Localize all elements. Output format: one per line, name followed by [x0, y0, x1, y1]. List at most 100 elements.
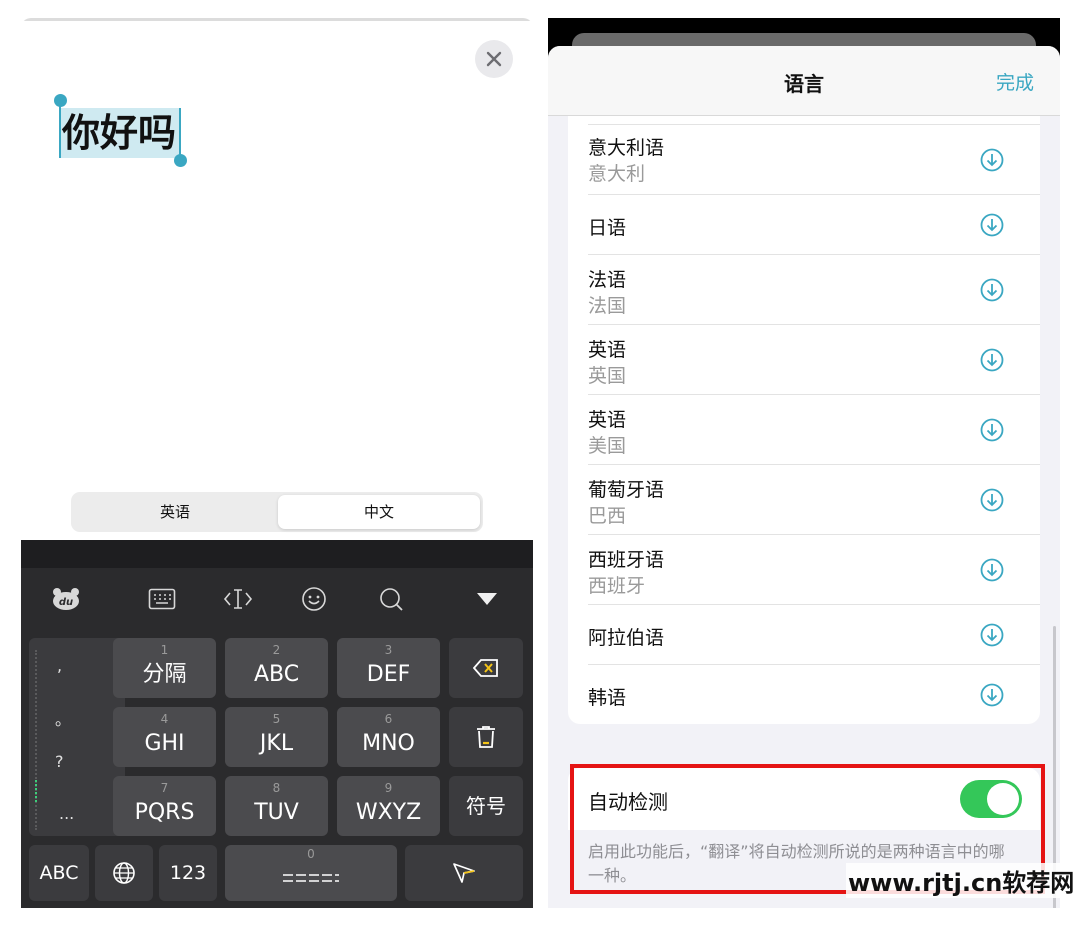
language-name: 阿拉伯语 — [588, 627, 665, 649]
key-4[interactable]: 4 GHI — [113, 707, 216, 767]
language-name: 日语 — [588, 217, 627, 239]
key-3-label: DEF — [366, 662, 411, 687]
trash-icon — [477, 726, 495, 748]
language-name: 意大利语 — [588, 137, 665, 159]
svg-text:du: du — [59, 597, 73, 608]
key-9[interactable]: 9 WXYZ — [337, 776, 440, 836]
language-name: 法语 — [588, 269, 627, 291]
punct-period[interactable]: 。 — [55, 706, 71, 730]
key-6[interactable]: 6 MNO — [337, 707, 440, 767]
key-6-label: MNO — [362, 731, 415, 756]
language-region: 英国 — [588, 365, 627, 387]
punct-scroll-dots — [35, 650, 37, 830]
close-icon — [486, 51, 502, 67]
punct-comma[interactable]: , — [57, 656, 62, 675]
sheet-title: 语言 — [784, 72, 824, 96]
cursor-move-icon[interactable] — [223, 584, 253, 614]
language-row-japanese[interactable]: 日语 — [568, 195, 1040, 255]
screenshot-root: 你好吗 英语 中文 du , 。 ? ... 1 分隔 2 ABC 3 DEF … — [0, 0, 1080, 926]
key-4-label: GHI — [144, 731, 185, 756]
key-6-number: 6 — [384, 712, 393, 726]
search-icon[interactable] — [376, 584, 406, 614]
translate-input-panel: 你好吗 英语 中文 du , 。 ? ... 1 分隔 2 ABC 3 DEF … — [21, 18, 533, 908]
language-row-english-uk[interactable]: 英语 英国 — [568, 325, 1040, 395]
send-icon — [453, 863, 475, 883]
close-button[interactable] — [475, 40, 513, 78]
download-icon[interactable] — [980, 278, 1004, 302]
abc-key[interactable]: ABC — [29, 845, 89, 901]
download-icon[interactable] — [980, 348, 1004, 372]
language-segmented-control: 英语 中文 — [71, 492, 483, 532]
collapse-keyboard-icon[interactable] — [472, 584, 502, 614]
symbol-key-label: 符号 — [466, 794, 506, 818]
backspace-icon — [473, 659, 498, 677]
download-icon[interactable] — [980, 488, 1004, 512]
download-icon[interactable] — [980, 683, 1004, 707]
globe-key[interactable] — [95, 845, 153, 901]
selection-start-bar — [59, 102, 61, 158]
key-8-number: 8 — [272, 781, 281, 795]
key-8-label: TUV — [254, 800, 299, 825]
key-3-number: 3 — [384, 643, 393, 657]
language-name: 韩语 — [588, 687, 627, 709]
language-name: 英语 — [588, 409, 627, 431]
language-region: 美国 — [588, 435, 627, 457]
language-row-italian[interactable]: 意大利语 意大利 — [568, 125, 1040, 195]
watermark-text: www.rjtj.cn软荐网 — [846, 863, 1077, 898]
key-9-label: WXYZ — [355, 800, 422, 825]
language-list: 意大利语 意大利 日语 法语 法国 英语 英国 英语 美国 葡萄牙语 巴西 西班… — [568, 116, 1040, 724]
download-icon[interactable] — [980, 148, 1004, 172]
punctuation-column — [29, 638, 125, 836]
keyboard-icon[interactable] — [147, 584, 177, 614]
emoji-icon[interactable] — [299, 584, 329, 614]
download-icon[interactable] — [980, 418, 1004, 442]
key-2-label: ABC — [253, 662, 300, 687]
numbers-key[interactable]: 123 — [159, 845, 217, 901]
download-icon[interactable] — [980, 558, 1004, 582]
language-name: 葡萄牙语 — [588, 479, 665, 501]
language-row-portuguese[interactable]: 葡萄牙语 巴西 — [568, 465, 1040, 535]
selected-input-text[interactable]: 你好吗 — [59, 108, 180, 158]
punct-question[interactable]: ? — [55, 752, 64, 771]
download-icon[interactable] — [980, 213, 1004, 237]
language-row-spanish[interactable]: 西班牙语 西班牙 — [568, 535, 1040, 605]
key-8[interactable]: 8 TUV — [225, 776, 328, 836]
language-row-english-us[interactable]: 英语 美国 — [568, 395, 1040, 465]
key-7-number: 7 — [160, 781, 169, 795]
segment-chinese[interactable]: 中文 — [278, 495, 480, 529]
key-7[interactable]: 7 PQRS — [113, 776, 216, 836]
sheet-header: 语言 完成 — [548, 46, 1060, 116]
download-icon[interactable] — [980, 623, 1004, 647]
key-1-number: 1 — [160, 643, 169, 657]
punct-scroll-indicator — [35, 780, 37, 802]
symbol-key[interactable]: 符号 — [449, 776, 523, 836]
selection-end-handle[interactable] — [174, 154, 187, 167]
language-row-arabic[interactable]: 阿拉伯语 — [568, 605, 1040, 665]
globe-icon — [113, 862, 135, 884]
language-row-french[interactable]: 法语 法国 — [568, 255, 1040, 325]
key-2-number: 2 — [272, 643, 281, 657]
language-row-korean[interactable]: 韩语 — [568, 665, 1040, 724]
space-bar-icon — [283, 874, 339, 882]
segment-english[interactable]: 英语 — [74, 495, 276, 529]
punct-ellipsis[interactable]: ... — [59, 804, 74, 823]
language-region: 巴西 — [588, 505, 627, 527]
language-region: 意大利 — [588, 163, 646, 185]
done-button[interactable]: 完成 — [996, 68, 1034, 95]
language-region: 法国 — [588, 295, 627, 317]
key-3[interactable]: 3 DEF — [337, 638, 440, 698]
delete-key[interactable] — [449, 638, 523, 698]
key-2[interactable]: 2 ABC — [225, 638, 328, 698]
selection-end-bar — [179, 108, 181, 158]
key-9-number: 9 — [384, 781, 393, 795]
clear-key[interactable] — [449, 707, 523, 767]
key-1[interactable]: 1 分隔 — [113, 638, 216, 698]
key-7-label: PQRS — [134, 800, 195, 825]
key-5-number: 5 — [272, 712, 281, 726]
space-key-number: 0 — [307, 847, 315, 861]
du-bear-logo-icon[interactable]: du — [51, 584, 81, 614]
space-key[interactable]: 0 — [225, 845, 397, 901]
send-key[interactable] — [405, 845, 523, 901]
key-5[interactable]: 5 JKL — [225, 707, 328, 767]
key-4-number: 4 — [160, 712, 169, 726]
